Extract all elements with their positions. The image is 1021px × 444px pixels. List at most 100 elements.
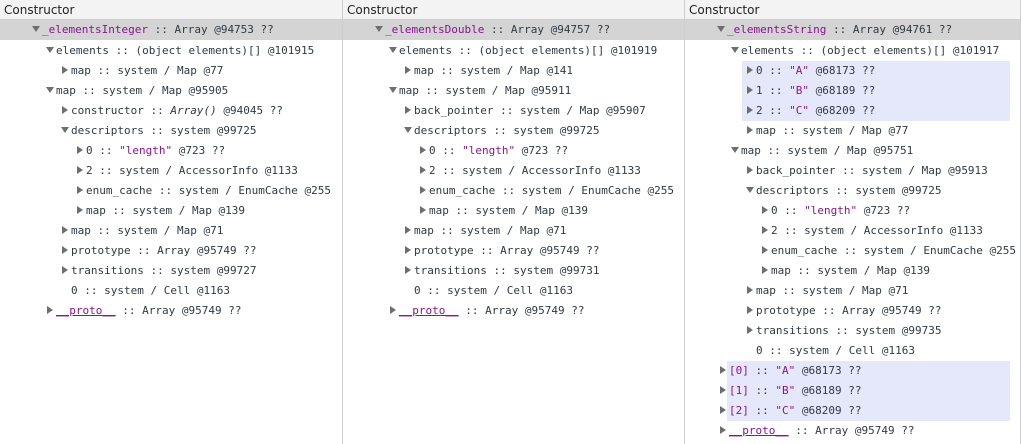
tree-row[interactable]: 0 :: "A" @68173 ?? <box>685 61 1020 81</box>
tree-row[interactable]: map :: system / Map @71 <box>343 221 684 241</box>
tree-row[interactable]: _elementsString :: Array @94761 ?? <box>685 20 1020 40</box>
expand-arrow-right-icon[interactable] <box>720 366 726 374</box>
expand-arrow-down-icon[interactable] <box>46 47 54 53</box>
expand-arrow-down-icon[interactable] <box>746 187 754 193</box>
tree-row[interactable]: elements :: (object elements)[] @101919 <box>343 41 684 61</box>
tree-row[interactable]: prototype :: Array @95749 ?? <box>685 301 1020 321</box>
tree-row[interactable]: 0 :: system / Cell @1163 <box>343 281 684 301</box>
tree-row[interactable]: transitions :: system @99735 <box>685 321 1020 341</box>
expand-arrow-right-icon[interactable] <box>405 266 411 274</box>
expand-arrow-right-icon[interactable] <box>747 126 753 134</box>
tree-row[interactable]: elements :: (object elements)[] @101917 <box>685 41 1020 61</box>
tree-row[interactable]: __proto__ :: Array @95749 ?? <box>0 301 342 321</box>
tree-row[interactable]: map :: system / Map @139 <box>685 261 1020 281</box>
tree-row[interactable]: _elementsDouble :: Array @94757 ?? <box>343 20 684 40</box>
tree-row[interactable]: transitions :: system @99727 <box>0 261 342 281</box>
expand-arrow-right-icon[interactable] <box>405 226 411 234</box>
tree-row[interactable]: _elementsInteger :: Array @94753 ?? <box>0 20 342 40</box>
expand-arrow-right-icon[interactable] <box>747 306 753 314</box>
tree-row[interactable]: transitions :: system @99731 <box>343 261 684 281</box>
expand-arrow-right-icon[interactable] <box>762 226 768 234</box>
tree-row[interactable]: __proto__ :: Array @95749 ?? <box>685 421 1020 441</box>
tree-row[interactable]: constructor :: Array() @94045 ?? <box>0 101 342 121</box>
expand-arrow-right-icon[interactable] <box>762 206 768 214</box>
expand-arrow-right-icon[interactable] <box>62 226 68 234</box>
tree-row[interactable]: descriptors :: system @99725 <box>343 121 684 141</box>
tree-row[interactable]: enum_cache :: system / EnumCache @255 <box>685 241 1020 261</box>
tree-row[interactable]: 2 :: system / AccessorInfo @1133 <box>0 161 342 181</box>
expand-arrow-right-icon[interactable] <box>420 146 426 154</box>
tree-row[interactable]: map :: system / Map @71 <box>685 281 1020 301</box>
expand-arrow-right-icon[interactable] <box>747 326 753 334</box>
tree-row[interactable]: 0 :: "length" @723 ?? <box>0 141 342 161</box>
expand-arrow-right-icon[interactable] <box>762 246 768 254</box>
property-info: :: <box>762 64 790 77</box>
tree-row[interactable]: __proto__ :: Array @95749 ?? <box>343 301 684 321</box>
tree-row[interactable]: map :: system / Map @77 <box>0 61 342 81</box>
tree-row[interactable]: descriptors :: system @99725 <box>685 181 1020 201</box>
expand-arrow-down-icon[interactable] <box>389 87 397 93</box>
expand-arrow-right-icon[interactable] <box>720 386 726 394</box>
expand-arrow-right-icon[interactable] <box>390 306 396 314</box>
tree-row[interactable]: 2 :: system / AccessorInfo @1133 <box>685 221 1020 241</box>
tree-row[interactable]: enum_cache :: system / EnumCache @255 <box>0 181 342 201</box>
tree-row[interactable]: map :: system / Map @95905 <box>0 81 342 101</box>
expand-arrow-right-icon[interactable] <box>747 166 753 174</box>
tree-row[interactable]: enum_cache :: system / EnumCache @255 <box>343 181 684 201</box>
expand-arrow-right-icon[interactable] <box>420 206 426 214</box>
tree-row[interactable]: 0 :: "length" @723 ?? <box>685 201 1020 221</box>
tree-row[interactable]: 0 :: system / Cell @1163 <box>0 281 342 301</box>
expand-arrow-right-icon[interactable] <box>747 286 753 294</box>
tree-row[interactable]: elements :: (object elements)[] @101915 <box>0 41 342 61</box>
expand-arrow-right-icon[interactable] <box>747 86 753 94</box>
tree-row[interactable]: back_pointer :: system / Map @95907 <box>343 101 684 121</box>
tree-row[interactable]: descriptors :: system @99725 <box>0 121 342 141</box>
tree-row[interactable]: map :: system / Map @95751 <box>685 141 1020 161</box>
expand-arrow-right-icon[interactable] <box>77 166 83 174</box>
tree-row[interactable]: 2 :: system / AccessorInfo @1133 <box>343 161 684 181</box>
tree-row[interactable]: [0] :: "A" @68173 ?? <box>685 361 1020 381</box>
expand-arrow-right-icon[interactable] <box>77 206 83 214</box>
tree-row[interactable]: [1] :: "B" @68189 ?? <box>685 381 1020 401</box>
expand-arrow-right-icon[interactable] <box>62 66 68 74</box>
expand-arrow-right-icon[interactable] <box>62 266 68 274</box>
expand-arrow-right-icon[interactable] <box>720 406 726 414</box>
expand-arrow-right-icon[interactable] <box>747 66 753 74</box>
expand-arrow-down-icon[interactable] <box>32 26 40 32</box>
expand-arrow-right-icon[interactable] <box>77 146 83 154</box>
expand-arrow-down-icon[interactable] <box>731 147 739 153</box>
expand-arrow-right-icon[interactable] <box>720 426 726 434</box>
tree-row[interactable]: 1 :: "B" @68189 ?? <box>685 81 1020 101</box>
expand-arrow-right-icon[interactable] <box>405 106 411 114</box>
tree-row[interactable]: 2 :: "C" @68209 ?? <box>685 101 1020 121</box>
tree-row[interactable]: map :: system / Map @141 <box>343 61 684 81</box>
tree-row[interactable]: prototype :: Array @95749 ?? <box>343 241 684 261</box>
expand-arrow-right-icon[interactable] <box>62 106 68 114</box>
expand-arrow-down-icon[interactable] <box>46 87 54 93</box>
expand-arrow-right-icon[interactable] <box>405 246 411 254</box>
tree-row[interactable]: map :: system / Map @139 <box>0 201 342 221</box>
tree-row[interactable]: map :: system / Map @71 <box>0 221 342 241</box>
expand-arrow-down-icon[interactable] <box>61 127 69 133</box>
tree-row[interactable]: map :: system / Map @77 <box>685 121 1020 141</box>
tree-row[interactable]: 0 :: "length" @723 ?? <box>343 141 684 161</box>
expand-arrow-right-icon[interactable] <box>405 66 411 74</box>
expand-arrow-right-icon[interactable] <box>62 246 68 254</box>
expand-arrow-right-icon[interactable] <box>47 306 53 314</box>
tree-row[interactable]: map :: system / Map @139 <box>343 201 684 221</box>
expand-arrow-down-icon[interactable] <box>404 127 412 133</box>
tree-row[interactable]: back_pointer :: system / Map @95913 <box>685 161 1020 181</box>
tree-row[interactable]: 0 :: system / Cell @1163 <box>685 341 1020 361</box>
expand-arrow-down-icon[interactable] <box>375 26 383 32</box>
expand-arrow-down-icon[interactable] <box>389 47 397 53</box>
expand-arrow-right-icon[interactable] <box>762 266 768 274</box>
expand-arrow-right-icon[interactable] <box>420 186 426 194</box>
expand-arrow-down-icon[interactable] <box>731 47 739 53</box>
expand-arrow-right-icon[interactable] <box>747 106 753 114</box>
tree-row[interactable]: [2] :: "C" @68209 ?? <box>685 401 1020 421</box>
expand-arrow-right-icon[interactable] <box>420 166 426 174</box>
tree-row[interactable]: prototype :: Array @95749 ?? <box>0 241 342 261</box>
expand-arrow-down-icon[interactable] <box>717 26 725 32</box>
expand-arrow-right-icon[interactable] <box>77 186 83 194</box>
tree-row[interactable]: map :: system / Map @95911 <box>343 81 684 101</box>
